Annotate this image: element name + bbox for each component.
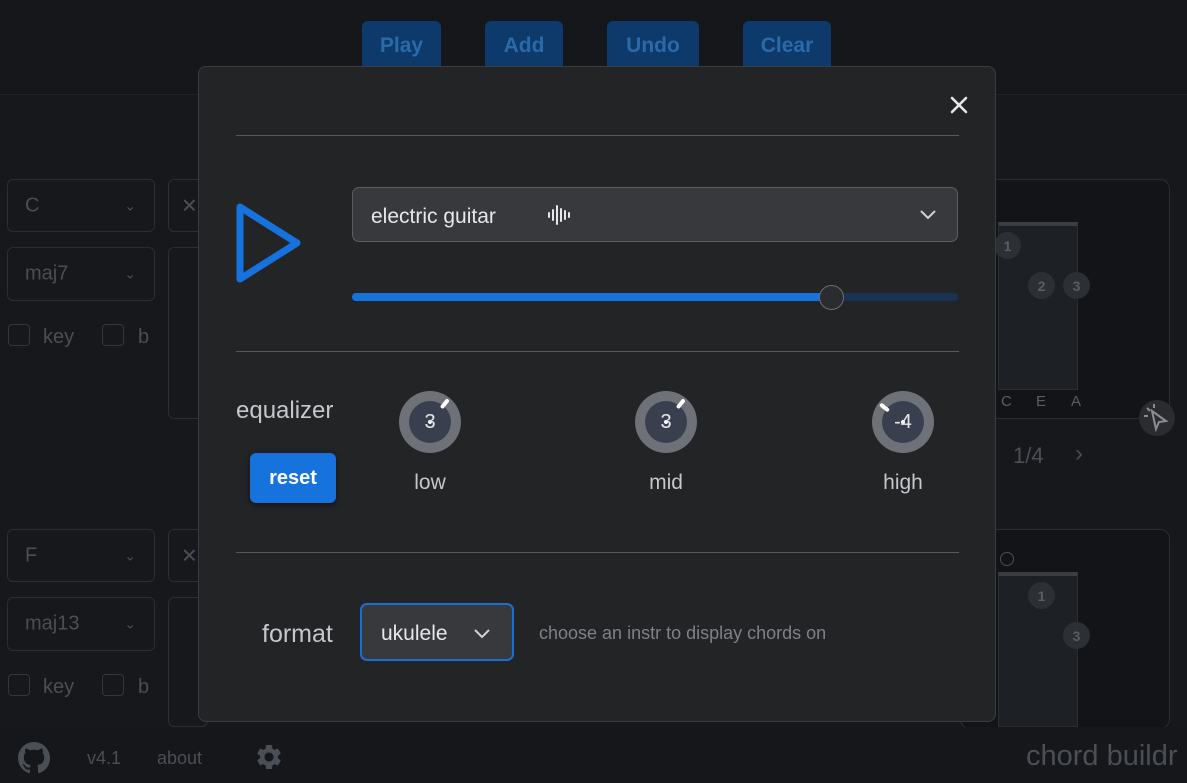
knob-value: -4	[894, 410, 912, 433]
play-icon[interactable]	[233, 199, 305, 287]
quality-value: maj7	[25, 262, 69, 285]
finger-dot: 3	[1063, 272, 1090, 299]
string-label: C	[1001, 393, 1012, 410]
close-icon: ✕	[181, 195, 198, 217]
brand-logo: chord buildr	[1026, 740, 1178, 772]
eq-label-high: high	[883, 471, 923, 494]
version-label: v4.1	[87, 748, 122, 768]
slider-thumb[interactable]	[818, 285, 844, 310]
instrument-select[interactable]: electric guitar	[352, 187, 958, 242]
eq-label-mid: mid	[649, 471, 683, 494]
format-value: ukulele	[381, 622, 448, 645]
undo-button[interactable]: Undo	[607, 21, 699, 71]
format-select[interactable]: ukulele	[360, 603, 514, 661]
root-select-2[interactable]: F ⌄	[7, 529, 155, 582]
chevron-down-icon: ⌄	[124, 615, 136, 632]
page-indicator: 1/4	[1013, 443, 1044, 468]
quality-select-2[interactable]: maj13 ⌄	[7, 597, 155, 651]
flat-label: b	[138, 676, 150, 698]
finger-dot: 1	[994, 232, 1021, 259]
about-link[interactable]: about	[157, 748, 202, 769]
key-label: key	[43, 676, 75, 698]
chevron-down-icon	[474, 629, 490, 639]
chevron-right-icon[interactable]: ›	[1075, 440, 1083, 468]
settings-modal: electric guitar equalizer reset 3 low 3 …	[198, 66, 996, 722]
format-hint: choose an instr to display chords on	[539, 623, 827, 643]
chevron-down-icon	[920, 210, 936, 220]
key-label: key	[43, 326, 75, 348]
quality-select-1[interactable]: maj7 ⌄	[7, 247, 155, 301]
chevron-down-icon: ⌄	[124, 265, 136, 282]
root-select-1[interactable]: C ⌄	[7, 179, 155, 232]
slider-fill	[352, 293, 831, 301]
string-label: E	[1036, 393, 1047, 410]
flat-checkbox[interactable]	[102, 674, 124, 696]
knob-value: 3	[424, 410, 436, 433]
divider	[236, 552, 959, 553]
string-label: A	[1071, 393, 1082, 410]
key-checkbox[interactable]	[8, 324, 30, 346]
open-string-marker	[1000, 552, 1014, 566]
gear-icon[interactable]	[254, 742, 284, 772]
knob-value: 3	[660, 410, 672, 433]
eq-label-low: low	[414, 471, 446, 494]
select-pointer-icon[interactable]	[1138, 399, 1176, 437]
key-checkbox[interactable]	[8, 674, 30, 696]
add-button[interactable]: Add	[485, 21, 563, 71]
flat-label: b	[138, 326, 150, 348]
finger-dot: 1	[1028, 582, 1055, 609]
quality-value: maj13	[25, 612, 80, 635]
eq-knob-mid[interactable]: 3	[634, 390, 698, 454]
eq-knob-high[interactable]: -4	[871, 390, 935, 454]
finger-dot: 2	[1028, 272, 1055, 299]
reset-button[interactable]: reset	[250, 453, 336, 503]
flat-checkbox[interactable]	[102, 324, 124, 346]
audio-wave-icon	[548, 205, 570, 225]
instrument-value: electric guitar	[371, 205, 496, 228]
github-icon[interactable]	[18, 742, 50, 774]
equalizer-label: equalizer	[236, 397, 334, 424]
close-icon: ✕	[181, 545, 198, 567]
divider	[236, 135, 959, 136]
chevron-down-icon: ⌄	[124, 197, 136, 213]
clear-button[interactable]: Clear	[743, 21, 831, 71]
finger-dot: 3	[1063, 622, 1090, 649]
eq-knob-low[interactable]: 3	[398, 390, 462, 454]
close-icon[interactable]	[945, 91, 973, 119]
root-value: F	[25, 544, 38, 566]
format-label: format	[262, 620, 333, 648]
divider	[236, 351, 959, 352]
chevron-down-icon: ⌄	[124, 547, 136, 563]
root-value: C	[25, 194, 40, 216]
play-button[interactable]: Play	[362, 21, 441, 71]
volume-slider[interactable]	[352, 285, 958, 310]
